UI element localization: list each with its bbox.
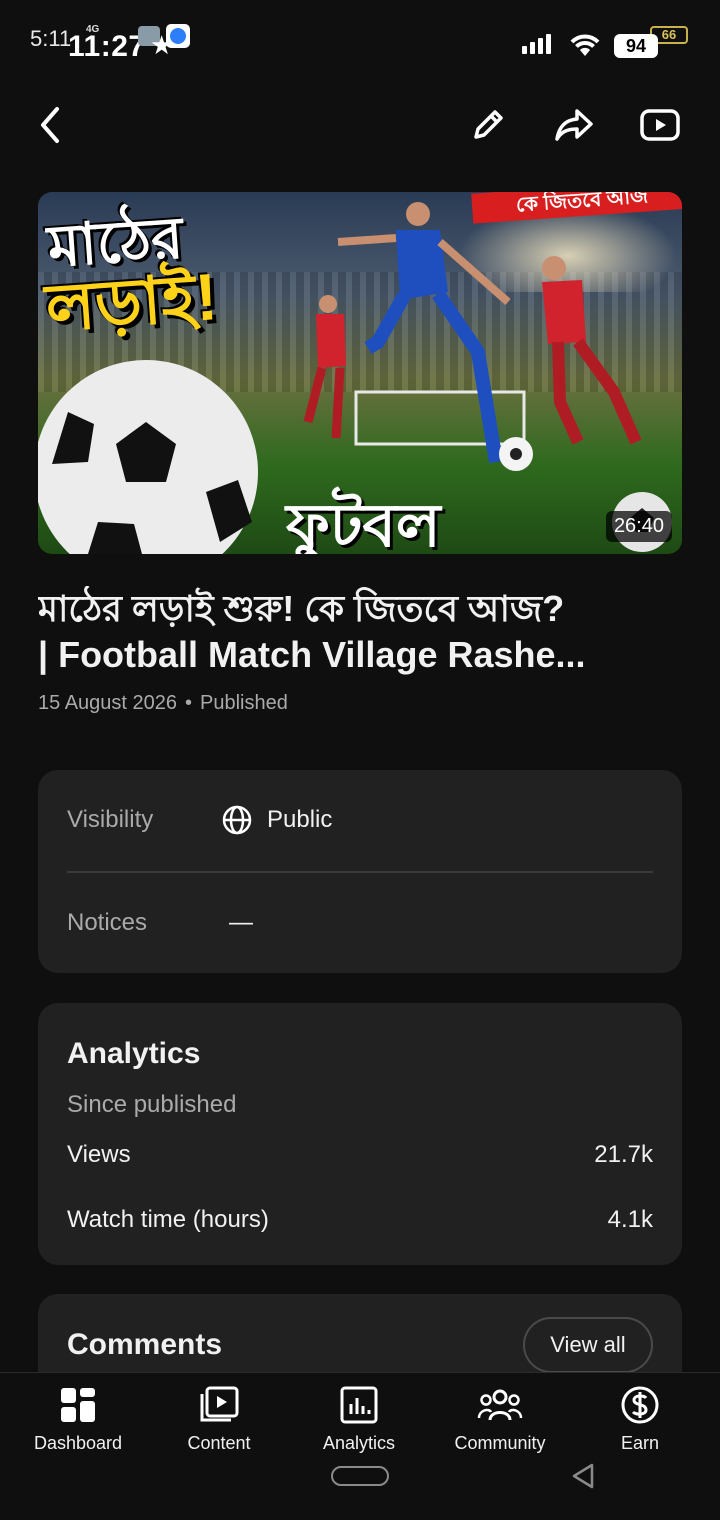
video-title-line-1: মাঠের লড়াই শুরু! কে জিতবে আজ? — [38, 588, 565, 629]
visibility-value: Public — [267, 806, 333, 833]
views-label: Views — [67, 1141, 131, 1168]
back-button[interactable] — [26, 101, 74, 149]
nav-community-label: Community — [454, 1433, 546, 1453]
views-value: 21.7k — [594, 1141, 653, 1168]
nav-content[interactable]: Content — [149, 1383, 289, 1463]
edit-button[interactable] — [464, 101, 512, 149]
analytics-subtitle: Since published — [67, 1091, 237, 1118]
watch-time-label: Watch time (hours) — [67, 1206, 269, 1233]
meta-separator: • — [185, 692, 193, 714]
nav-analytics-label: Analytics — [322, 1433, 396, 1453]
notices-row[interactable]: Notices — — [67, 873, 653, 973]
analytics-card[interactable]: Analytics Since published Views 21.7k Wa… — [38, 1003, 682, 1265]
nav-earn[interactable]: Earn — [570, 1383, 710, 1463]
watch-time-value: 4.1k — [607, 1206, 653, 1233]
battery-icon: 94 — [614, 34, 658, 58]
share-button[interactable] — [550, 101, 598, 149]
pencil-icon — [474, 110, 503, 139]
analytics-row-watch-time: Watch time (hours) 4.1k — [67, 1206, 653, 1234]
player-blue — [337, 202, 511, 464]
bottom-navigation: Dashboard Content Analytics Community Ea… — [0, 1372, 720, 1520]
nav-analytics[interactable]: Analytics — [289, 1383, 429, 1463]
status-time: 11:27 — [68, 30, 146, 63]
notices-label: Notices — [67, 909, 148, 936]
chevron-left-icon — [41, 107, 59, 143]
video-duration-badge: 26:40 — [605, 511, 672, 542]
comments-title: Comments — [67, 1328, 223, 1361]
system-home-button[interactable] — [331, 1466, 389, 1486]
nav-content-label: Content — [187, 1433, 251, 1453]
thumbnail-text-bottom: ফুটবল — [286, 492, 441, 554]
status-bar: 5:11 4G 11:27 ★ 66 94 — [0, 0, 720, 80]
analytics-row-views: Views 21.7k — [67, 1141, 653, 1169]
nav-dashboard-label: Dashboard — [33, 1433, 123, 1453]
video-thumbnail[interactable]: কে জিতবে আজ মাঠের লড়াই! ফুটবল 26:40 — [38, 192, 682, 554]
globe-icon — [222, 805, 252, 835]
watch-on-youtube-button[interactable] — [636, 101, 684, 149]
system-back-button[interactable] — [570, 1462, 596, 1495]
community-icon — [477, 1389, 523, 1421]
player-red-left — [303, 295, 346, 439]
notices-value: — — [229, 909, 253, 936]
top-toolbar — [0, 95, 720, 155]
share-arrow-icon — [555, 109, 593, 141]
video-meta: 15 August 2026 • Published — [38, 692, 288, 715]
signal-icon — [522, 34, 551, 54]
nav-dashboard[interactable]: Dashboard — [8, 1383, 148, 1463]
visibility-card: Visibility Public Notices — — [38, 770, 682, 973]
dashboard-icon — [61, 1388, 95, 1422]
publish-status: Published — [200, 692, 288, 714]
triangle-back-icon — [572, 1463, 594, 1489]
nav-community[interactable]: Community — [430, 1383, 570, 1463]
video-title: মাঠের লড়াই শুরু! কে জিতবে আজ? | Footbal… — [38, 586, 682, 678]
status-time-background: 5:11 — [30, 26, 72, 51]
youtube-play-icon — [640, 109, 680, 141]
wifi-icon — [568, 32, 602, 63]
player-red-right — [542, 256, 642, 445]
view-all-comments-button[interactable]: View all — [523, 1317, 653, 1373]
star-icon: ★ — [150, 30, 174, 60]
nav-earn-label: Earn — [620, 1433, 660, 1453]
analytics-icon — [340, 1386, 378, 1424]
content-icon — [200, 1386, 239, 1422]
visibility-label: Visibility — [67, 806, 154, 833]
analytics-title: Analytics — [67, 1037, 201, 1070]
video-title-line-2: | Football Match Village Rashe... — [38, 634, 586, 675]
visibility-row[interactable]: Visibility Public — [67, 770, 653, 870]
thumbnail-text-middle: লড়াই! — [43, 259, 220, 345]
earn-icon — [621, 1386, 659, 1424]
publish-date: 15 August 2026 — [38, 692, 178, 714]
